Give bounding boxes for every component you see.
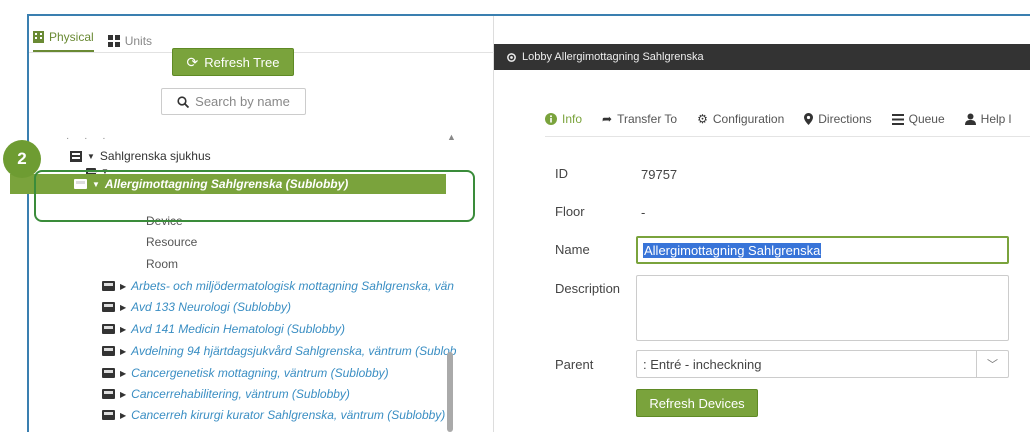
tree-item[interactable]: ▶ Avd 133 Neurologi (Sublobby) bbox=[102, 300, 291, 314]
lobby-icon bbox=[102, 346, 115, 356]
tree-root-label: Sahlgrenska sjukhus bbox=[99, 149, 211, 163]
search-input[interactable]: Search by name bbox=[161, 88, 306, 115]
tab-queue-label: Queue bbox=[908, 112, 945, 126]
tree-item-label: Arbets- och miljödermatologisk mottagnin… bbox=[131, 279, 454, 293]
tab-physical[interactable]: Physical bbox=[33, 30, 94, 52]
lobby-icon bbox=[74, 179, 87, 189]
caret-down-icon: ▼ bbox=[87, 151, 95, 161]
tree-child-label: Room bbox=[146, 257, 179, 271]
parent-select-value: : Entré - incheckning bbox=[643, 356, 762, 372]
tab-units-label: Units bbox=[124, 34, 153, 48]
detail-tabs: Info ➦ Transfer To ⚙ Configuration Direc… bbox=[545, 112, 1011, 126]
lobby-icon bbox=[102, 324, 115, 334]
tab-units[interactable]: Units bbox=[107, 30, 153, 52]
tab-directions-label: Directions bbox=[818, 112, 872, 126]
name-label: Name bbox=[555, 242, 590, 257]
map-marker-icon bbox=[804, 113, 814, 125]
parent-label: Parent bbox=[555, 357, 594, 372]
tree-item-label: Avd 141 Medicin Hematologi (Sublobby) bbox=[131, 322, 346, 336]
name-field-value: Allergimottagning Sahlgrenska bbox=[643, 242, 822, 258]
tree-item[interactable]: ▶ Cancerreh kirurgi kurator Sahlgrenska,… bbox=[102, 408, 445, 422]
tree-root-row[interactable]: ▼ Sahlgrenska sjukhus bbox=[70, 149, 211, 163]
caret-down-icon: ▼ bbox=[92, 179, 100, 189]
tree-child-device[interactable]: Device bbox=[146, 214, 183, 228]
tab-help[interactable]: Help l bbox=[964, 112, 1012, 126]
tab-directions[interactable]: Directions bbox=[804, 112, 872, 126]
chevron-down-icon[interactable]: ﹀ bbox=[976, 351, 1008, 377]
caret-right-icon: ▶ bbox=[120, 389, 127, 399]
tree-child-label: Resource bbox=[146, 235, 198, 249]
tree-child-label: Device bbox=[146, 214, 183, 228]
tree-item[interactable]: ▶ Cancerrehabilitering, väntrum (Sublobb… bbox=[102, 387, 350, 401]
caret-right-icon: ▶ bbox=[120, 410, 127, 420]
tree-item[interactable]: ▶ Cancergenetisk mottagning, väntrum (Su… bbox=[102, 366, 389, 380]
tree-child-room[interactable]: Room bbox=[146, 257, 178, 271]
tree-selected-row[interactable]: ▼ Allergimottagning Sahlgrenska (Sublobb… bbox=[10, 174, 446, 194]
lobby-icon bbox=[102, 281, 115, 291]
search-icon bbox=[177, 95, 190, 108]
caret-right-icon: ▶ bbox=[120, 368, 127, 378]
id-value: 79757 bbox=[641, 167, 678, 182]
tab-physical-label: Physical bbox=[49, 30, 94, 44]
floor-value: - bbox=[641, 205, 646, 220]
list-icon bbox=[891, 113, 904, 125]
tree-item-label: Cancerrehabilitering, väntrum (Sublobby) bbox=[131, 387, 350, 401]
detail-header: Lobby Allergimottagning Sahlgrenska bbox=[494, 44, 1030, 70]
tree-scrollbar-thumb[interactable] bbox=[447, 352, 453, 432]
gears-icon: ⚙ bbox=[697, 112, 708, 126]
user-icon bbox=[964, 113, 976, 125]
id-label: ID bbox=[555, 166, 568, 181]
refresh-devices-label: Refresh Devices bbox=[649, 395, 745, 411]
tab-configuration[interactable]: ⚙ Configuration bbox=[697, 112, 784, 126]
share-arrow-icon: ➦ bbox=[602, 112, 613, 126]
tree-item-label: Avd 133 Neurologi (Sublobby) bbox=[131, 300, 292, 314]
caret-right-icon: ▶ bbox=[120, 281, 127, 291]
tab-info[interactable]: Info bbox=[545, 112, 582, 126]
lobby-icon bbox=[102, 389, 115, 399]
building-grid-icon bbox=[70, 150, 82, 162]
lobby-icon bbox=[102, 368, 115, 378]
tree-item[interactable]: ▶ Arbets- och miljödermatologisk mottagn… bbox=[102, 279, 454, 293]
tree-item-label: Avdelning 94 hjärtdagsjukvård Sahlgrensk… bbox=[131, 344, 457, 358]
floor-label: Floor bbox=[555, 204, 585, 219]
tree-item-label: Cancergenetisk mottagning, väntrum (Subl… bbox=[131, 366, 389, 380]
tree-selected-label: Allergimottagning Sahlgrenska (Sublobby) bbox=[104, 177, 349, 191]
tree-truncated-row: · · · bbox=[66, 133, 112, 144]
tree-item[interactable]: ▶ Avd 141 Medicin Hematologi (Sublobby) bbox=[102, 322, 345, 336]
tree-tabs: Physical Units bbox=[33, 30, 152, 52]
refresh-devices-button[interactable]: Refresh Devices bbox=[636, 389, 758, 417]
lobby-icon bbox=[102, 410, 115, 420]
tabs-divider bbox=[545, 136, 1030, 137]
lobby-icon bbox=[102, 302, 115, 312]
grid-icon bbox=[107, 35, 120, 47]
building-icon bbox=[33, 31, 44, 43]
tree-child-resource[interactable]: Resource bbox=[146, 235, 197, 249]
detail-header-title: Lobby Allergimottagning Sahlgrenska bbox=[522, 51, 704, 63]
info-icon bbox=[545, 113, 557, 125]
caret-right-icon: ▶ bbox=[120, 302, 127, 312]
name-field[interactable]: Allergimottagning Sahlgrenska bbox=[636, 236, 1009, 264]
tab-transfer-to[interactable]: ➦ Transfer To bbox=[602, 112, 677, 126]
gear-icon bbox=[507, 52, 516, 62]
tab-transfer-label: Transfer To bbox=[617, 112, 678, 126]
parent-select[interactable]: : Entré - incheckning ﹀ bbox=[636, 350, 1009, 378]
caret-right-icon: ▶ bbox=[120, 324, 127, 334]
scroll-up-arrow[interactable]: ▲ bbox=[447, 132, 456, 142]
tree-dots: · · · bbox=[66, 133, 112, 144]
search-placeholder: Search by name bbox=[195, 94, 290, 109]
tree-item[interactable]: ▶ Avdelning 94 hjärtdagsjukvård Sahlgren… bbox=[102, 344, 456, 358]
tree-item-label: Cancerreh kirurgi kurator Sahlgrenska, v… bbox=[131, 408, 446, 422]
description-field[interactable] bbox=[636, 275, 1009, 341]
tab-configuration-label: Configuration bbox=[712, 112, 785, 126]
refresh-tree-button[interactable]: ⟳ Refresh Tree bbox=[172, 48, 294, 76]
step-badge: 2 bbox=[3, 140, 41, 178]
tab-help-label: Help l bbox=[980, 112, 1012, 126]
description-label: Description bbox=[555, 281, 621, 296]
caret-right-icon: ▶ bbox=[120, 346, 127, 356]
refresh-tree-label: Refresh Tree bbox=[204, 54, 280, 70]
tab-info-label: Info bbox=[562, 112, 583, 126]
refresh-icon: ⟳ bbox=[186, 53, 199, 70]
tab-queue[interactable]: Queue bbox=[891, 112, 945, 126]
